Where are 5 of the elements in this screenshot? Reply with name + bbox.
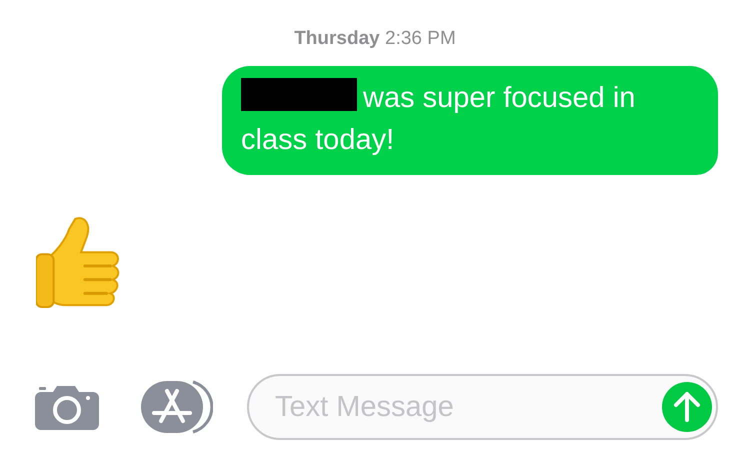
- timestamp: Thursday 2:36 PM: [294, 28, 456, 50]
- camera-icon[interactable]: [35, 384, 99, 430]
- app-store-icon[interactable]: [141, 379, 213, 435]
- message-text: was super focused in class today!: [241, 82, 636, 156]
- send-button[interactable]: [662, 382, 712, 432]
